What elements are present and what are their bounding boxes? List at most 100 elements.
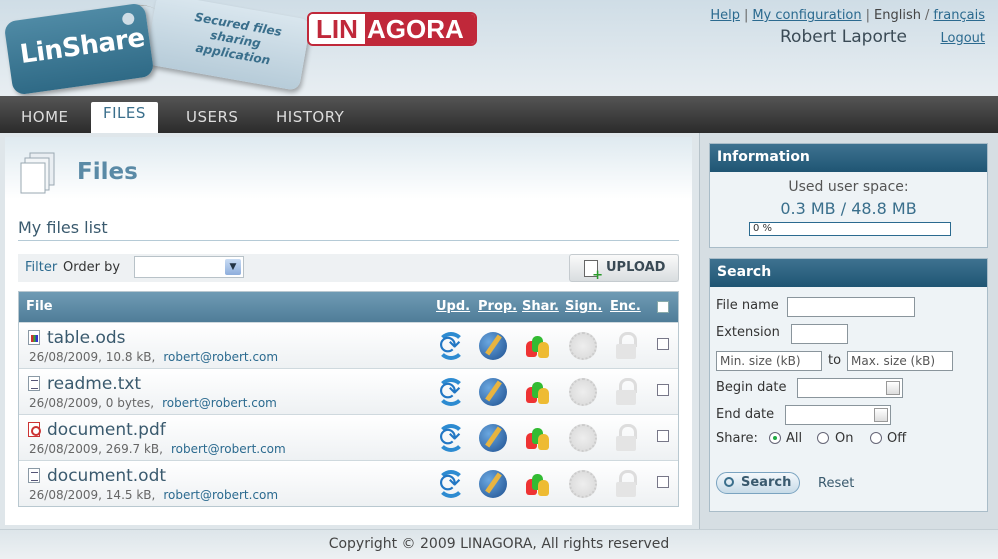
tab-users[interactable]: USERS bbox=[186, 104, 238, 133]
information-title: Information bbox=[710, 144, 987, 172]
main-panel: Files My files list Filter Order by ▼ UP… bbox=[5, 137, 692, 525]
max-size-input[interactable]: Max. size (kB) bbox=[847, 351, 953, 371]
tab-history[interactable]: HISTORY bbox=[276, 104, 344, 133]
page-title: Files bbox=[77, 159, 138, 185]
linagora-logo-right: AGORA bbox=[365, 14, 475, 44]
search-title: Search bbox=[710, 259, 987, 287]
search-button-label: Search bbox=[741, 475, 792, 490]
properties-icon[interactable] bbox=[479, 470, 507, 498]
col-enc[interactable]: Enc. bbox=[610, 299, 641, 314]
file-owner-link[interactable]: robert@robert.com bbox=[163, 350, 278, 364]
file-date-size: 26/08/2009, 14.5 kB, bbox=[29, 488, 156, 502]
calendar-icon[interactable] bbox=[886, 381, 900, 395]
share-all-radio[interactable] bbox=[769, 432, 781, 444]
table-header: File Upd. Prop. Shar. Sign. Enc. bbox=[19, 292, 678, 322]
linshare-logo[interactable]: LinShare bbox=[3, 2, 155, 96]
share-icon[interactable] bbox=[524, 424, 552, 452]
file-name-label: File name bbox=[716, 298, 779, 313]
upload-button[interactable]: UPLOAD bbox=[569, 254, 679, 282]
file-owner-link[interactable]: robert@robert.com bbox=[163, 488, 278, 502]
order-by-label: Order by bbox=[63, 260, 121, 275]
share-icon[interactable] bbox=[524, 470, 552, 498]
order-by-select[interactable]: ▼ bbox=[134, 256, 244, 278]
tab-home[interactable]: HOME bbox=[21, 104, 69, 133]
calendar-icon[interactable] bbox=[874, 408, 888, 422]
file-date-size: 26/08/2009, 10.8 kB, bbox=[29, 350, 156, 364]
col-shar[interactable]: Shar. bbox=[522, 299, 559, 314]
update-icon[interactable] bbox=[437, 469, 465, 499]
col-upd[interactable]: Upd. bbox=[436, 299, 470, 314]
file-name[interactable]: readme.txt bbox=[47, 374, 141, 394]
share-on-label: On bbox=[835, 431, 854, 446]
subtitle-divider bbox=[18, 240, 679, 241]
share-off-radio[interactable] bbox=[870, 432, 882, 444]
file-owner-link[interactable]: robert@robert.com bbox=[171, 442, 286, 456]
file-meta: 26/08/2009, 269.7 kB, robert@robert.com bbox=[29, 442, 286, 456]
properties-icon[interactable] bbox=[479, 424, 507, 452]
search-button[interactable]: Search bbox=[716, 472, 800, 494]
sign-icon bbox=[569, 470, 597, 498]
reset-link[interactable]: Reset bbox=[818, 476, 854, 491]
row-checkbox[interactable] bbox=[657, 476, 669, 488]
file-name[interactable]: document.pdf bbox=[47, 420, 166, 440]
chevron-down-icon[interactable]: ▼ bbox=[225, 259, 241, 275]
row-checkbox[interactable] bbox=[657, 430, 669, 442]
col-sign[interactable]: Sign. bbox=[565, 299, 602, 314]
col-file: File bbox=[26, 299, 53, 314]
update-icon[interactable] bbox=[437, 377, 465, 407]
share-icon[interactable] bbox=[524, 332, 552, 360]
min-size-input[interactable]: Min. size (kB) bbox=[716, 351, 822, 371]
extension-input[interactable] bbox=[791, 324, 848, 344]
begin-date-label: Begin date bbox=[716, 380, 787, 395]
file-meta: 26/08/2009, 14.5 kB, robert@robert.com bbox=[29, 488, 278, 502]
files-list-subtitle: My files list bbox=[18, 218, 108, 237]
pdf-icon bbox=[28, 422, 41, 437]
tab-files[interactable]: FILES bbox=[91, 102, 158, 133]
share-icon[interactable] bbox=[524, 378, 552, 406]
properties-icon[interactable] bbox=[479, 332, 507, 360]
file-name[interactable]: table.ods bbox=[47, 328, 126, 348]
update-icon[interactable] bbox=[437, 331, 465, 361]
share-on-radio[interactable] bbox=[817, 432, 829, 444]
upload-icon bbox=[584, 260, 603, 282]
file-owner-link[interactable]: robert@robert.com bbox=[162, 396, 277, 410]
space-progress-bar: 0 % bbox=[749, 222, 951, 236]
end-date-label: End date bbox=[716, 407, 775, 422]
properties-icon[interactable] bbox=[479, 378, 507, 406]
files-table: File Upd. Prop. Shar. Sign. Enc. table.o… bbox=[18, 291, 679, 507]
linagora-logo-left: LIN bbox=[309, 14, 365, 44]
spreadsheet-icon bbox=[28, 330, 40, 345]
top-links: Help | My configuration | English / français bbox=[710, 8, 985, 23]
lang-french-link[interactable]: français bbox=[933, 8, 985, 23]
row-checkbox[interactable] bbox=[657, 384, 669, 396]
logo-text: LinShare bbox=[18, 22, 147, 71]
end-date-input[interactable] bbox=[785, 405, 891, 425]
lock-icon bbox=[615, 470, 637, 498]
header: Secured files sharing application LinSha… bbox=[0, 0, 998, 96]
to-label: to bbox=[828, 353, 842, 368]
select-all-checkbox[interactable] bbox=[657, 301, 669, 313]
lock-icon bbox=[615, 378, 637, 406]
files-banner: Files bbox=[5, 137, 692, 199]
begin-date-input[interactable] bbox=[797, 378, 903, 398]
lock-icon bbox=[615, 332, 637, 360]
share-label: Share: bbox=[716, 431, 758, 446]
row-checkbox[interactable] bbox=[657, 338, 669, 350]
help-link[interactable]: Help bbox=[710, 8, 740, 23]
filter-link[interactable]: Filter bbox=[25, 260, 57, 275]
col-prop[interactable]: Prop. bbox=[478, 299, 517, 314]
file-date-size: 26/08/2009, 269.7 kB, bbox=[29, 442, 163, 456]
update-icon[interactable] bbox=[437, 423, 465, 453]
linagora-logo: LIN AGORA bbox=[307, 12, 477, 46]
file-meta: 26/08/2009, 10.8 kB, robert@robert.com bbox=[29, 350, 278, 364]
logout-link[interactable]: Logout bbox=[940, 31, 985, 46]
my-configuration-link[interactable]: My configuration bbox=[752, 8, 861, 23]
text-file-icon bbox=[28, 376, 40, 391]
copyright-text: Copyright © 2009 LINAGORA, All rights re… bbox=[328, 536, 670, 552]
file-name-input[interactable] bbox=[787, 297, 915, 317]
used-space-label: Used user space: bbox=[788, 179, 909, 195]
file-name[interactable]: document.odt bbox=[47, 466, 166, 486]
file-meta: 26/08/2009, 0 bytes, robert@robert.com bbox=[29, 396, 277, 410]
used-space-amount: 0.3 MB / 48.8 MB bbox=[780, 199, 917, 218]
sign-icon bbox=[569, 332, 597, 360]
